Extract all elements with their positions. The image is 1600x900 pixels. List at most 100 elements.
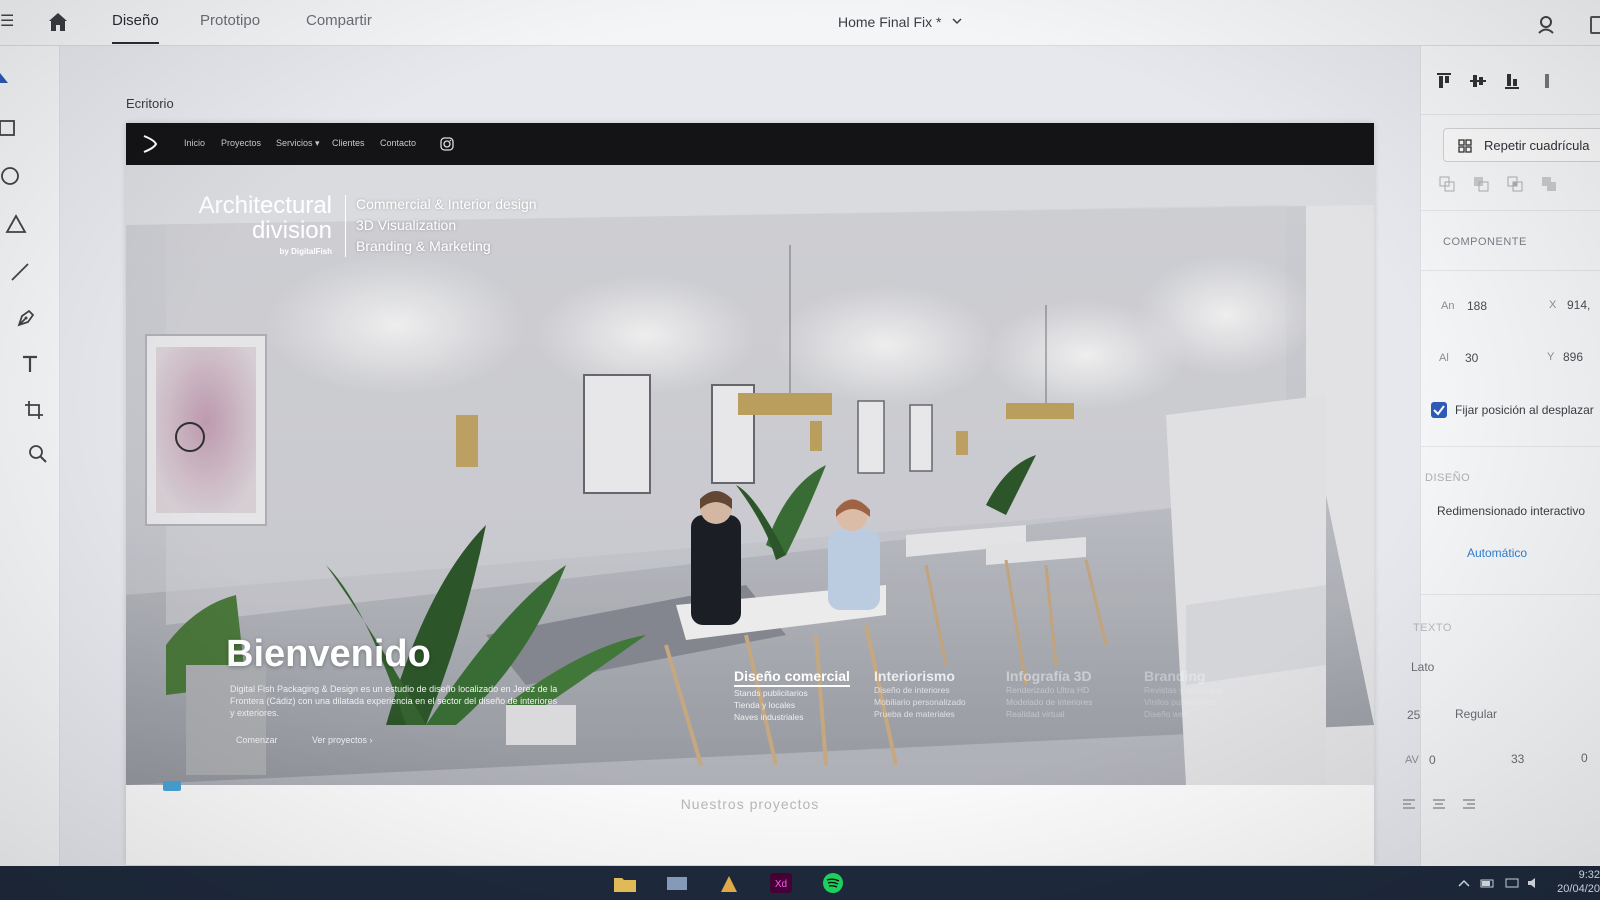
view-projects-link[interactable]: Ver proyectos ›: [312, 735, 373, 745]
category-item: Tienda y locales: [734, 700, 796, 710]
xd-icon[interactable]: Xd: [768, 872, 794, 894]
home-icon[interactable]: [46, 10, 70, 34]
tab-design[interactable]: Diseño: [112, 12, 159, 44]
service-line-2[interactable]: 3D Visualization: [356, 217, 456, 233]
fix-position-checkbox[interactable]: [1431, 402, 1447, 418]
service-line-3[interactable]: Branding & Marketing: [356, 238, 491, 254]
welcome-title[interactable]: Bienvenido: [226, 633, 431, 676]
welcome-description[interactable]: Digital Fish Packaging & Design es un es…: [230, 683, 560, 719]
category-commercial-design[interactable]: Diseño comercial Stands publicitarios Ti…: [734, 668, 850, 723]
y-input[interactable]: 896: [1563, 350, 1583, 364]
divider: [1421, 114, 1600, 115]
intersect-icon[interactable]: [1507, 176, 1523, 192]
select-tool-icon[interactable]: [0, 70, 20, 94]
distribute-icon[interactable]: [1539, 72, 1557, 90]
projects-title[interactable]: Nuestros proyectos: [126, 796, 1374, 812]
brand-by: by DigitalFish: [279, 247, 332, 256]
menu-icon[interactable]: ☰: [0, 14, 14, 30]
repeat-grid-label: Repetir cuadrícula: [1484, 138, 1590, 153]
category-3d[interactable]: Infografía 3D Renderizado Ultra HD Model…: [1006, 668, 1092, 720]
category-item: Modelado de interiores: [1006, 697, 1093, 707]
category-title[interactable]: Branding: [1144, 668, 1222, 684]
clock-time: 9:32: [1578, 869, 1600, 881]
category-branding[interactable]: Branding Revistas y catálogos Vinilos pu…: [1144, 668, 1222, 720]
document-title[interactable]: Home Final Fix *: [838, 14, 941, 30]
char-spacing-label: AV: [1405, 754, 1419, 766]
category-item: Diseño de interiores: [874, 685, 950, 695]
category-title[interactable]: Diseño comercial: [734, 668, 850, 687]
font-family-select[interactable]: Lato: [1411, 660, 1434, 674]
paragraph-spacing-input[interactable]: 0: [1581, 751, 1588, 765]
fix-position-label[interactable]: Fijar posición al desplazar: [1455, 403, 1594, 417]
screen: ☰ Diseño Prototipo Compartir Home Final …: [0, 0, 1600, 900]
tab-prototype[interactable]: Prototipo: [200, 12, 260, 42]
text-align-icons[interactable]: [1403, 798, 1493, 812]
char-spacing-input[interactable]: 0: [1429, 753, 1436, 767]
brand-line-1: Architectural: [198, 192, 332, 219]
align-top-icon[interactable]: [1435, 72, 1453, 90]
fish-logo-icon: [143, 135, 158, 153]
line-spacing-input[interactable]: 33: [1511, 752, 1524, 766]
network-icon[interactable]: [1504, 876, 1520, 890]
category-title[interactable]: Infografía 3D: [1006, 668, 1092, 684]
union-icon[interactable]: [1439, 176, 1455, 192]
os-taskbar: Xd 9:32 20/04/20: [0, 866, 1600, 900]
artboard[interactable]: Inicio Proyectos Servicios ▾ Clientes Co…: [126, 123, 1374, 865]
height-label: Al: [1439, 352, 1449, 364]
volume-icon[interactable]: [1526, 876, 1542, 890]
category-item: Diseño web: [1144, 709, 1189, 719]
align-bottom-icon[interactable]: [1503, 72, 1521, 90]
font-size-input[interactable]: 25: [1407, 708, 1420, 722]
responsive-resize-label[interactable]: Redimensionado interactivo: [1437, 504, 1585, 518]
website-nav[interactable]: Inicio Proyectos Servicios ▾ Clientes Co…: [126, 123, 1374, 165]
folder-icon[interactable]: [612, 872, 638, 894]
artboard-label[interactable]: Ecritorio: [126, 96, 174, 111]
pen-tool-icon[interactable]: [14, 306, 38, 330]
nav-item-servicios[interactable]: Servicios ▾: [276, 138, 320, 149]
nav-item-inicio[interactable]: Inicio: [184, 138, 205, 148]
component-section-title: COMPONENTE: [1443, 236, 1527, 248]
x-input[interactable]: 914,: [1567, 298, 1590, 312]
ellipse-tool-icon[interactable]: [0, 164, 22, 188]
category-item: Revistas y catálogos: [1144, 685, 1222, 695]
category-item: Naves industriales: [734, 712, 804, 722]
start-link[interactable]: Comenzar: [236, 735, 278, 745]
nav-item-clientes[interactable]: Clientes: [332, 138, 365, 148]
triangle-tool-icon[interactable]: [4, 212, 28, 236]
battery-icon[interactable]: [1480, 876, 1496, 890]
monitor-icon[interactable]: [664, 872, 690, 894]
chevron-down-icon[interactable]: [951, 16, 963, 26]
chevron-up-icon[interactable]: [1456, 876, 1472, 890]
component-badge[interactable]: [163, 781, 181, 791]
divider: [1421, 270, 1600, 271]
height-input[interactable]: 30: [1465, 351, 1478, 365]
nav-item-proyectos[interactable]: Proyectos: [221, 138, 261, 148]
y-label: Y: [1547, 351, 1555, 363]
repeat-grid-button[interactable]: Repetir cuadrícula: [1443, 128, 1600, 162]
font-weight-select[interactable]: Regular: [1455, 707, 1497, 721]
text-tool-icon[interactable]: [18, 352, 42, 376]
clock[interactable]: 9:32 20/04/20: [1546, 868, 1600, 896]
app-icon[interactable]: [716, 872, 742, 894]
width-input[interactable]: 188: [1467, 299, 1487, 313]
window-icon[interactable]: [1590, 16, 1600, 34]
text-section-title: TEXTO: [1413, 622, 1452, 634]
align-middle-icon[interactable]: [1469, 72, 1487, 90]
category-item: Stands publicitarios: [734, 688, 808, 698]
category-item: Vinilos publicitarios: [1144, 697, 1217, 707]
subtract-icon[interactable]: [1473, 176, 1489, 192]
spotify-icon[interactable]: [820, 872, 846, 894]
category-interior[interactable]: Interiorismo Diseño de interiores Mobili…: [874, 668, 966, 720]
category-title[interactable]: Interiorismo: [874, 668, 966, 684]
tab-share[interactable]: Compartir: [306, 12, 372, 42]
instagram-icon[interactable]: [440, 137, 454, 151]
service-line-1[interactable]: Commercial & Interior design: [356, 196, 537, 212]
artboard-tool-icon[interactable]: [22, 398, 46, 422]
resize-mode-auto[interactable]: Automático: [1467, 546, 1527, 560]
line-tool-icon[interactable]: [8, 260, 32, 284]
exclude-icon[interactable]: [1541, 176, 1557, 192]
zoom-tool-icon[interactable]: [26, 442, 50, 466]
nav-item-contacto[interactable]: Contacto: [380, 138, 416, 148]
user-icon[interactable]: [1536, 14, 1556, 34]
rectangle-tool-icon[interactable]: [0, 116, 20, 140]
